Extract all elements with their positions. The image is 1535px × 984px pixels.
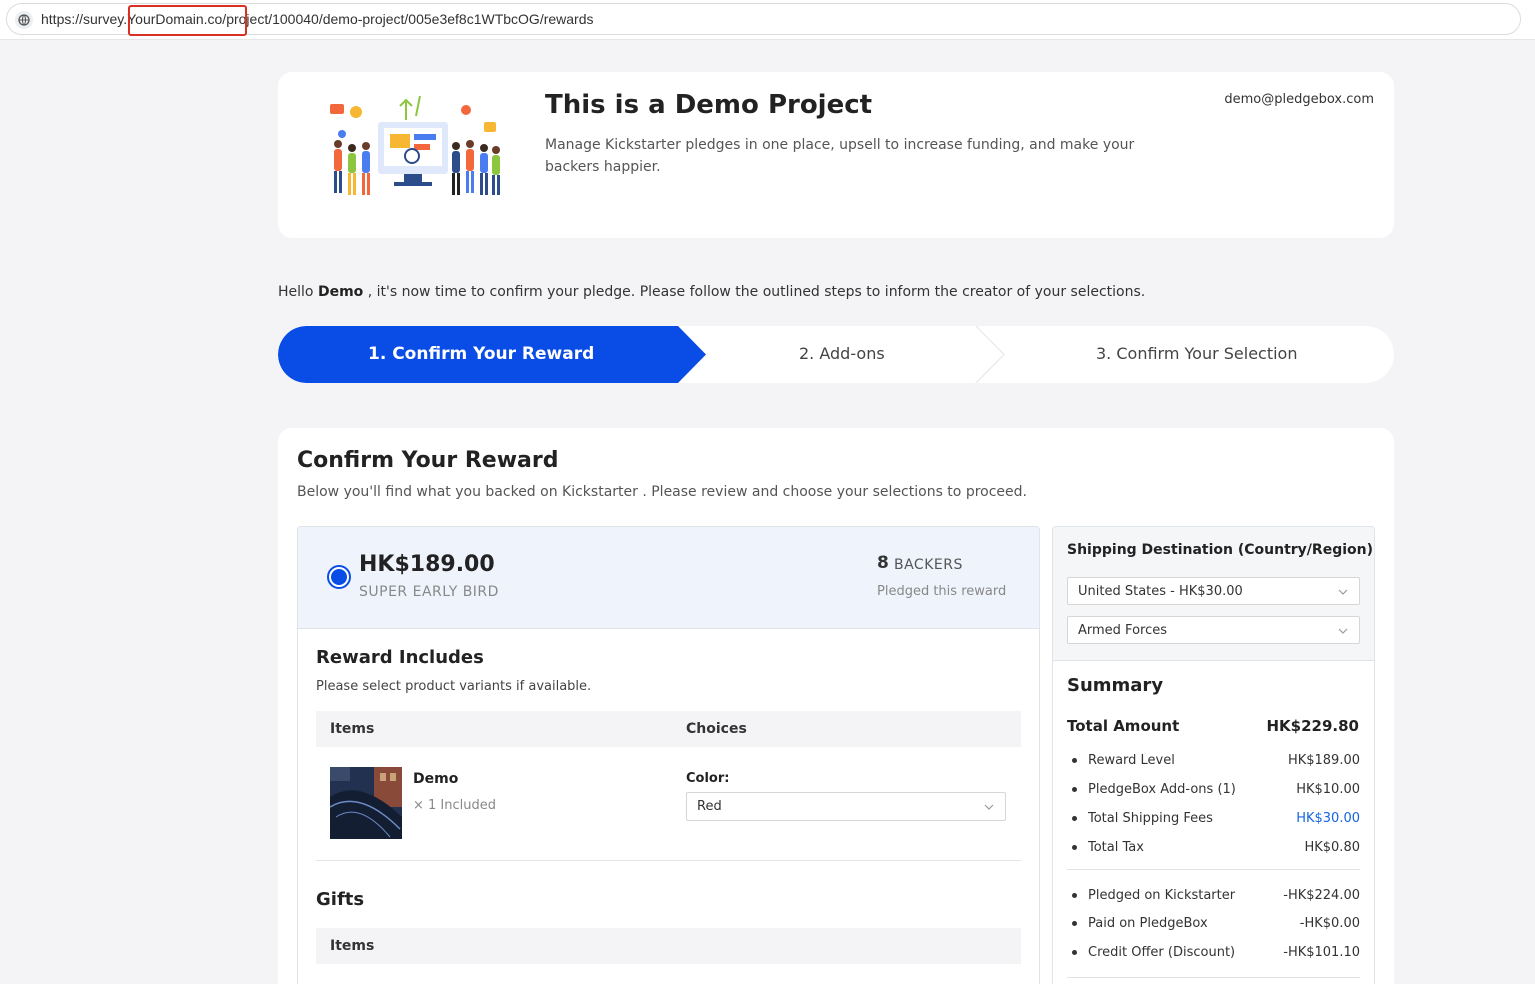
summary-row: Total Tax HK$0.80 bbox=[1067, 838, 1360, 858]
color-select-value: Red bbox=[697, 799, 722, 814]
credit-row-label: Credit Offer (Discount) bbox=[1088, 945, 1236, 960]
backers-label: BACKERS bbox=[894, 557, 963, 573]
summary-row-label: Reward Level bbox=[1088, 753, 1175, 768]
region-select-value: Armed Forces bbox=[1078, 623, 1168, 638]
domain-highlight-box bbox=[128, 5, 247, 36]
section-subtitle: Below you'll find what you backed on Kic… bbox=[297, 484, 1027, 500]
credit-row-value: -HK$101.10 bbox=[1283, 945, 1360, 960]
table-row: Demo × 1 Included Color: Red bbox=[316, 747, 1021, 861]
reward-option[interactable]: HK$189.00 SUPER EARLY BIRD 8 BACKERS Ple… bbox=[298, 527, 1039, 629]
credit-row: Paid on PledgeBox -HK$0.00 bbox=[1067, 914, 1360, 934]
summary-row: Total Shipping Fees HK$30.00 bbox=[1067, 809, 1360, 829]
project-description: Manage Kickstarter pledges in one place,… bbox=[545, 137, 1135, 175]
column-items: Items bbox=[330, 721, 375, 737]
includes-table-header: Items Choices bbox=[316, 711, 1021, 747]
credit-row-value: -HK$0.00 bbox=[1299, 916, 1360, 931]
bullet-icon bbox=[1072, 787, 1077, 792]
gifts-column-items: Items bbox=[330, 938, 375, 954]
summary-divider bbox=[1067, 977, 1360, 978]
section-title: Confirm Your Reward bbox=[297, 448, 559, 473]
step-confirm-reward[interactable]: 1. Confirm Your Reward bbox=[368, 344, 594, 364]
credit-row-value: -HK$224.00 bbox=[1283, 888, 1360, 903]
project-title: This is a Demo Project bbox=[545, 90, 873, 120]
address-bar-url[interactable]: https://survey.YourDomain.co/project/100… bbox=[41, 11, 594, 27]
step-separator-icon bbox=[975, 326, 1006, 383]
bullet-icon bbox=[1072, 950, 1077, 955]
site-info-icon[interactable] bbox=[15, 11, 33, 29]
reward-radio[interactable] bbox=[327, 565, 351, 589]
credit-row: Credit Offer (Discount) -HK$101.10 bbox=[1067, 943, 1360, 963]
summary-row-label: Total Tax bbox=[1088, 840, 1144, 855]
bullet-icon bbox=[1072, 921, 1077, 926]
color-label: Color: bbox=[686, 771, 730, 786]
bullet-icon bbox=[1072, 758, 1077, 763]
bullet-icon bbox=[1072, 816, 1077, 821]
item-name: Demo bbox=[413, 771, 459, 787]
total-amount-value: HK$229.80 bbox=[1266, 717, 1360, 735]
summary-row-label: Total Shipping Fees bbox=[1088, 811, 1213, 826]
summary-row: Reward Level HK$189.00 bbox=[1067, 751, 1360, 771]
confirm-reward-card: Confirm Your Reward Below you'll find wh… bbox=[278, 428, 1394, 984]
team-illustration bbox=[330, 95, 500, 195]
country-select[interactable]: United States - HK$30.00 bbox=[1067, 577, 1360, 605]
project-header-card: This is a Demo Project Manage Kickstarte… bbox=[278, 72, 1394, 238]
backers-subtext: Pledged this reward bbox=[877, 584, 1007, 599]
item-quantity: × 1 Included bbox=[413, 798, 497, 813]
reward-includes-title: Reward Includes bbox=[316, 647, 484, 668]
summary-row: PledgeBox Add-ons (1) HK$10.00 bbox=[1067, 780, 1360, 800]
summary-row-value: HK$0.80 bbox=[1304, 840, 1360, 855]
reward-price: HK$189.00 bbox=[359, 552, 495, 577]
greeting-text: Hello Demo , it's now time to confirm yo… bbox=[278, 284, 1145, 300]
country-select-value: United States - HK$30.00 bbox=[1078, 584, 1243, 599]
gifts-table-header: Items bbox=[316, 928, 1021, 964]
credit-row-label: Paid on PledgeBox bbox=[1088, 916, 1208, 931]
step-add-ons[interactable]: 2. Add-ons bbox=[799, 344, 885, 363]
user-email[interactable]: demo@pledgebox.com bbox=[1224, 92, 1374, 107]
greeting-name: Demo bbox=[317, 284, 364, 300]
item-thumbnail bbox=[330, 767, 402, 839]
reward-level-name: SUPER EARLY BIRD bbox=[359, 584, 499, 600]
summary-row-label: PledgeBox Add-ons (1) bbox=[1088, 782, 1236, 797]
summary-row-value: HK$189.00 bbox=[1287, 753, 1360, 768]
greeting-message: , it's now time to confirm your pledge. … bbox=[367, 284, 1146, 300]
shipping-destination: Shipping Destination (Country/Region) Un… bbox=[1053, 527, 1374, 661]
gifts-title: Gifts bbox=[316, 889, 365, 910]
browser-toolbar: https://survey.YourDomain.co/project/100… bbox=[0, 0, 1535, 40]
summary-title: Summary bbox=[1067, 675, 1164, 696]
chevron-down-icon bbox=[984, 804, 994, 810]
color-select[interactable]: Red bbox=[686, 792, 1006, 821]
reward-panel: HK$189.00 SUPER EARLY BIRD 8 BACKERS Ple… bbox=[297, 526, 1040, 984]
reward-includes-subtitle: Please select product variants if availa… bbox=[316, 679, 592, 694]
column-choices: Choices bbox=[686, 721, 747, 737]
shipping-fees-link[interactable]: HK$30.00 bbox=[1296, 811, 1360, 826]
summary-side-panel: Shipping Destination (Country/Region) Un… bbox=[1052, 526, 1375, 984]
bullet-icon bbox=[1072, 893, 1077, 898]
summary-divider bbox=[1067, 869, 1360, 870]
greeting-prefix: Hello bbox=[278, 284, 314, 300]
shipping-title: Shipping Destination (Country/Region) bbox=[1067, 542, 1373, 558]
summary-row-value: HK$10.00 bbox=[1296, 782, 1360, 797]
region-select[interactable]: Armed Forces bbox=[1067, 616, 1360, 644]
step-confirm-selection[interactable]: 3. Confirm Your Selection bbox=[1096, 344, 1297, 363]
total-amount-label: Total Amount bbox=[1067, 717, 1180, 735]
credit-row-label: Pledged on Kickstarter bbox=[1088, 888, 1236, 903]
progress-stepper: 1. Confirm Your Reward 2. Add-ons 3. Con… bbox=[278, 326, 1394, 383]
backers-count: 8 bbox=[877, 553, 889, 573]
chevron-down-icon bbox=[1338, 589, 1348, 595]
credit-row: Pledged on Kickstarter -HK$224.00 bbox=[1067, 886, 1360, 906]
bullet-icon bbox=[1072, 845, 1077, 850]
chevron-down-icon bbox=[1338, 628, 1348, 634]
